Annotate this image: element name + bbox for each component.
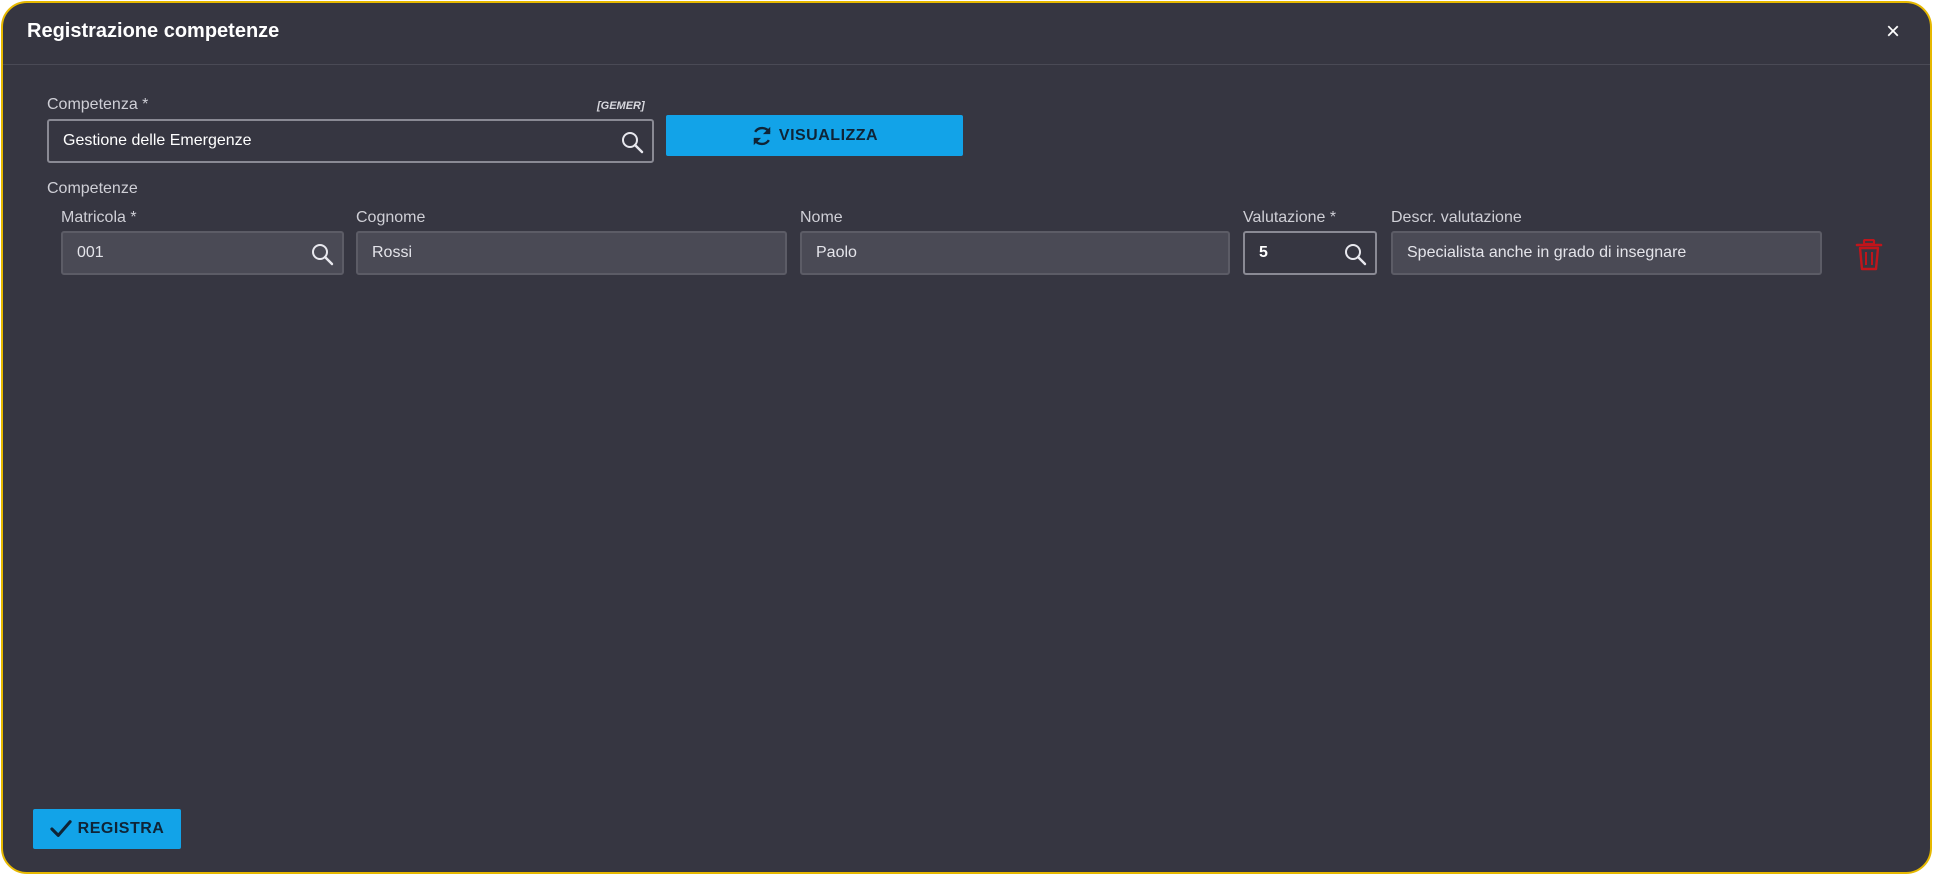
dialog-header: Registrazione competenze × [3,3,1930,65]
competenza-label: Competenza * [47,96,149,113]
search-icon[interactable] [310,242,334,266]
trash-icon[interactable] [1855,239,1883,271]
descr-label: Descr. valutazione [1391,209,1522,226]
section-label: Competenze [47,180,138,197]
visualizza-label: VISUALIZZA [778,126,879,144]
refresh-icon [753,126,771,145]
descr-value: Specialista anche in grado di insegnare [1407,244,1687,261]
search-icon[interactable] [1343,242,1367,266]
matricola-value: 001 [77,244,104,261]
competenza-field[interactable]: Gestione delle Emergenze [47,119,654,163]
registra-label: REGISTRA [77,820,165,837]
registra-button[interactable]: REGISTRA [33,809,181,849]
matricola-label: Matricola * [61,209,137,226]
nome-label: Nome [800,209,843,226]
dialog-title: Registrazione competenze [27,20,280,42]
cognome-field: Rossi [356,231,787,275]
check-icon [50,820,72,837]
competenza-value: Gestione delle Emergenze [63,132,252,149]
registrazione-dialog: Registrazione competenze × Competenza * … [1,1,1932,874]
nome-field: Paolo [800,231,1230,275]
matricola-field[interactable]: 001 [61,231,344,275]
valutazione-field[interactable]: 5 [1243,231,1377,275]
nome-value: Paolo [816,244,857,261]
competenza-code: [GEMER] [597,100,645,112]
visualizza-button[interactable]: VISUALIZZA [666,115,963,156]
valutazione-value: 5 [1259,244,1268,261]
cognome-label: Cognome [356,209,426,226]
descr-field: Specialista anche in grado di insegnare [1391,231,1822,275]
cognome-value: Rossi [372,244,413,261]
search-icon[interactable] [620,130,644,154]
close-icon[interactable]: × [1878,17,1908,47]
valutazione-label: Valutazione * [1243,209,1337,226]
